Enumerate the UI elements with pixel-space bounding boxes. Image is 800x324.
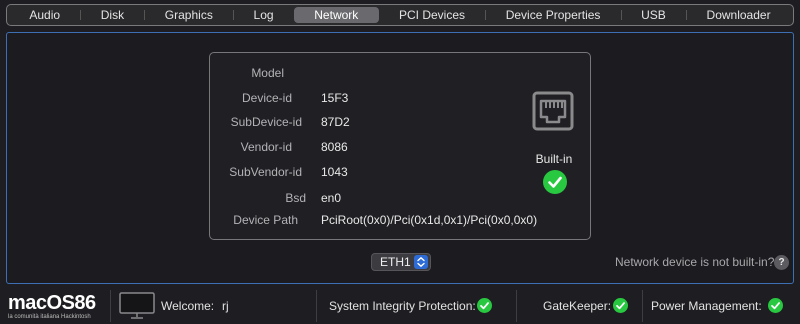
- interface-select-value: ETH1: [380, 255, 411, 269]
- builtin-label: Built-in: [535, 152, 573, 166]
- subdevice-id-value: 87D2: [321, 115, 350, 129]
- tab-graphics[interactable]: Graphics: [144, 7, 233, 23]
- device-id-label: Device-id: [241, 91, 292, 105]
- logo-text: macOS86: [8, 292, 96, 314]
- network-panel: Model Device-id 15F3 SubDevice-id 87D2 V…: [6, 32, 794, 284]
- subdevice-id-label: SubDevice-id: [230, 115, 302, 129]
- subvendor-id-label: SubVendor-id: [229, 165, 302, 179]
- help-button[interactable]: ?: [774, 255, 789, 270]
- device-info-box: Model Device-id 15F3 SubDevice-id 87D2 V…: [209, 52, 591, 240]
- sip-check-icon: [477, 298, 492, 313]
- tab-pci-devices[interactable]: PCI Devices: [379, 7, 486, 23]
- tab-network[interactable]: Network: [293, 7, 379, 23]
- footer-divider: [642, 290, 643, 322]
- macos86-logo: macOS86 la comunità italiana Hackintosh: [8, 292, 108, 322]
- chevron-up-down-icon: [414, 255, 428, 269]
- gatekeeper-check-icon: [613, 298, 628, 313]
- footer-divider: [110, 290, 111, 322]
- bsd-label: Bsd: [285, 191, 306, 205]
- welcome-user: rj: [222, 299, 229, 313]
- tab-disk[interactable]: Disk: [80, 7, 144, 23]
- monitor-icon: [119, 292, 155, 319]
- gatekeeper-label: GateKeeper:: [543, 299, 612, 313]
- footer-bar: macOS86 la comunità italiana Hackintosh …: [0, 288, 800, 324]
- power-management-check-icon: [768, 298, 783, 313]
- not-builtin-question: Network device is not built-in?: [615, 255, 775, 269]
- tab-device-properties[interactable]: Device Properties: [485, 7, 620, 23]
- tab-usb[interactable]: USB: [620, 7, 686, 23]
- model-label: Model: [251, 66, 284, 80]
- builtin-check-icon: [543, 170, 567, 194]
- interface-select[interactable]: ETH1: [371, 253, 431, 271]
- welcome-label: Welcome:: [161, 299, 215, 313]
- tab-audio[interactable]: Audio: [9, 7, 80, 23]
- device-id-value: 15F3: [321, 91, 349, 105]
- logo-tagline: la comunità italiana Hackintosh: [8, 314, 91, 320]
- vendor-id-label: Vendor-id: [240, 140, 292, 154]
- footer-divider: [516, 290, 517, 322]
- subvendor-id-value: 1043: [321, 165, 348, 179]
- device-path-value: PciRoot(0x0)/Pci(0x1d,0x1)/Pci(0x0,0x0): [321, 213, 538, 227]
- bsd-value: en0: [321, 191, 342, 205]
- tab-bar: Audio Disk Graphics Log Network PCI Devi…: [6, 4, 794, 26]
- sip-label: System Integrity Protection:: [329, 299, 476, 313]
- ethernet-port-icon: [532, 91, 574, 131]
- tab-log[interactable]: Log: [233, 7, 294, 23]
- power-management-label: Power Management:: [651, 299, 762, 313]
- footer-divider: [316, 290, 317, 322]
- tab-downloader[interactable]: Downloader: [686, 7, 791, 23]
- device-path-label: Device Path: [233, 213, 298, 227]
- vendor-id-value: 8086: [321, 140, 348, 154]
